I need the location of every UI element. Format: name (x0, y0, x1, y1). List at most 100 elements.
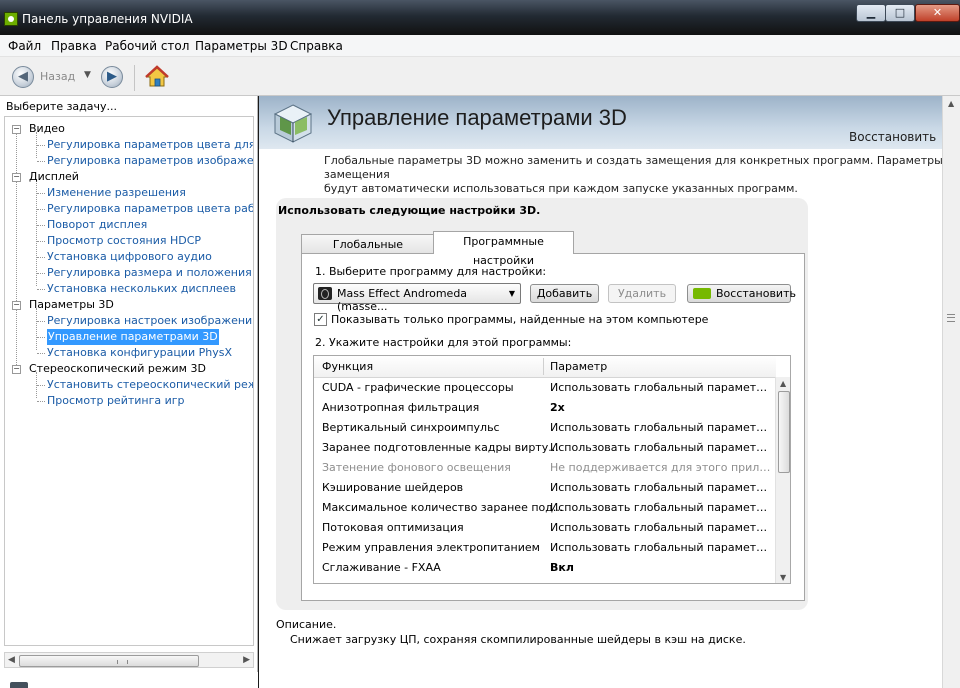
page-header: Управление параметрами 3D Восстановить (259, 96, 942, 149)
nvidia-app-icon (4, 12, 18, 26)
maximize-button[interactable]: □ (885, 4, 915, 22)
table-row[interactable]: Анизотропная фильтрация 2x (314, 398, 776, 418)
parameter-cell[interactable]: Вкл (550, 558, 774, 578)
toolbar: ◀ Назад ▼ ▶ (0, 57, 960, 96)
parameter-cell[interactable]: Использовать глобальный параметр (Все) (550, 378, 774, 398)
parameter-cell[interactable]: 2x (550, 398, 774, 418)
function-cell: Затенение фонового освещения (322, 461, 511, 474)
task-panel: Выберите задачу... − Видео Регулировка п… (0, 96, 258, 688)
task-prompt: Выберите задачу... (6, 100, 118, 113)
table-row[interactable]: Сглаживание - FXAA Вкл (314, 558, 776, 578)
chevron-down-icon: ▼ (508, 289, 515, 298)
forward-arrow-icon[interactable]: ▶ (101, 66, 123, 88)
back-arrow-icon[interactable]: ◀ (12, 66, 34, 88)
collapse-icon[interactable]: − (12, 173, 21, 182)
function-cell: Режим управления электропитанием (322, 541, 540, 554)
column-function-header[interactable]: Функция (322, 360, 373, 373)
table-row[interactable]: Режим управления электропитанием Использо… (314, 538, 776, 558)
task-tree: − Видео Регулировка параметров цвета для… (4, 116, 254, 646)
left-panel-footer (0, 672, 258, 688)
parameter-cell[interactable]: Не поддерживается для этого приложе... (550, 458, 774, 478)
parameter-cell[interactable]: Использовать глобальный параметр (1) (550, 438, 774, 458)
3d-cube-icon (271, 101, 315, 145)
menu-desktop[interactable]: Рабочий стол (105, 39, 189, 53)
parameter-cell[interactable]: Использовать глобальный параметр (И... (550, 418, 774, 438)
table-row[interactable]: Затенение фонового освещения Не поддержив… (314, 458, 776, 478)
description-text: Снижает загрузку ЦП, сохраняя скомпилиро… (290, 633, 746, 646)
tree-category-3d-settings[interactable]: − Параметры 3D (5, 297, 253, 313)
step2-label: 2. Укажите настройки для этой программы: (315, 336, 572, 349)
tab-program-settings[interactable]: Программные настройки (433, 231, 574, 267)
table-row[interactable]: Кэширование шейдеров Использовать глобаль… (314, 478, 776, 498)
table-row[interactable]: Потоковая оптимизация Использовать глобал… (314, 518, 776, 538)
menu-3d-settings[interactable]: Параметры 3D (195, 39, 288, 53)
function-cell: Кэширование шейдеров (322, 481, 464, 494)
table-row[interactable]: CUDA - графические процессоры Использоват… (314, 378, 776, 398)
menu-edit[interactable]: Правка (51, 39, 97, 53)
add-program-button[interactable]: Добавить (530, 284, 599, 303)
settings-heading: Использовать следующие настройки 3D. (278, 204, 541, 217)
page-title: Управление параметрами 3D (327, 105, 627, 130)
parameter-cell[interactable]: Использовать глобальный параметр (И... (550, 498, 774, 518)
table-row[interactable]: Заранее подготовленные кадры вирту... Исп… (314, 438, 776, 458)
parameter-cell[interactable]: Использовать глобальный параметр (А... (550, 518, 774, 538)
tree-category-display[interactable]: − Дисплей (5, 169, 253, 185)
scrollbar-thumb[interactable] (778, 391, 790, 473)
function-cell: Заранее подготовленные кадры вирту... (322, 441, 559, 454)
column-parameter-header[interactable]: Параметр (550, 360, 607, 373)
intro-text: Глобальные параметры 3D можно заменить и… (324, 154, 944, 196)
tab-global-settings[interactable]: Глобальные параметры (301, 234, 435, 270)
scrollbar-grip[interactable] (947, 314, 955, 322)
table-vertical-scrollbar[interactable]: ▲ ▼ (775, 377, 790, 583)
home-icon[interactable] (145, 65, 169, 89)
program-select[interactable]: Mass Effect Andromeda (masse... ▼ (313, 283, 521, 313)
show-found-programs-checkbox[interactable]: ✓ (314, 313, 327, 326)
toolbar-separator (134, 65, 135, 91)
history-dropdown-icon[interactable]: ▼ (84, 70, 91, 80)
scroll-right-icon[interactable]: ▶ (243, 655, 250, 665)
scrollbar-thumb[interactable] (19, 655, 199, 667)
function-cell: Сглаживание - FXAA (322, 561, 441, 574)
menu-help[interactable]: Справка (290, 39, 343, 53)
remove-program-button[interactable]: Удалить (608, 284, 676, 303)
function-cell: Максимальное количество заранее под... (322, 501, 564, 514)
content-panel: Управление параметрами 3D Восстановить Г… (259, 96, 960, 688)
parameter-cell[interactable]: Использовать глобальный параметр (О... (550, 538, 774, 558)
intro-line-1: Глобальные параметры 3D можно заменить и… (324, 154, 943, 181)
scroll-up-icon[interactable]: ▲ (780, 379, 786, 388)
collapse-icon[interactable]: − (12, 365, 21, 374)
scroll-down-icon[interactable]: ▼ (780, 573, 786, 582)
tree-horizontal-scrollbar[interactable]: ◀ ▶ (4, 652, 254, 668)
tree-category-stereo-3d[interactable]: − Стереоскопический режим 3D (5, 361, 253, 377)
parameter-cell[interactable]: Использовать глобальный параметр (В... (550, 478, 774, 498)
scroll-up-icon[interactable]: ▲ (948, 99, 954, 108)
tree-category-video[interactable]: − Видео (5, 121, 253, 137)
minimize-button[interactable]: ▁ (856, 4, 886, 22)
menu-bar: Файл Правка Рабочий стол Параметры 3D Сп… (0, 35, 960, 57)
program-select-value: Mass Effect Andromeda (masse... (337, 287, 468, 313)
close-button[interactable]: ✕ (915, 4, 960, 22)
back-label[interactable]: Назад (40, 70, 75, 83)
table-row[interactable]: Максимальное количество заранее под... Ис… (314, 498, 776, 518)
nvidia-tray-icon[interactable] (10, 682, 28, 688)
function-cell: CUDA - графические процессоры (322, 381, 514, 394)
show-found-programs-label[interactable]: Показывать только программы, найденные н… (331, 313, 708, 326)
restore-program-label: Восстановить (716, 287, 796, 300)
collapse-icon[interactable]: − (12, 301, 21, 310)
scroll-left-icon[interactable]: ◀ (8, 655, 15, 665)
title-bar: Панель управления NVIDIA ▁ □ ✕ (0, 0, 960, 35)
game-program-icon (318, 287, 332, 300)
intro-line-2: будут автоматически использоваться при к… (324, 182, 798, 195)
features-table: Функция Параметр CUDA - графические проц… (313, 355, 791, 584)
table-header: Функция Параметр (314, 356, 776, 378)
restore-defaults-link[interactable]: Восстановить (849, 130, 936, 144)
nvidia-logo-icon (693, 288, 711, 299)
menu-file[interactable]: Файл (8, 39, 41, 53)
table-row[interactable]: Вертикальный синхроимпульс Использовать г… (314, 418, 776, 438)
restore-program-button[interactable]: Восстановить (687, 284, 796, 303)
window-title: Панель управления NVIDIA (22, 12, 193, 26)
main-vertical-scrollbar[interactable]: ▲ (942, 96, 960, 688)
description-label: Описание. (276, 618, 337, 631)
function-cell: Вертикальный синхроимпульс (322, 421, 500, 434)
collapse-icon[interactable]: − (12, 125, 21, 134)
